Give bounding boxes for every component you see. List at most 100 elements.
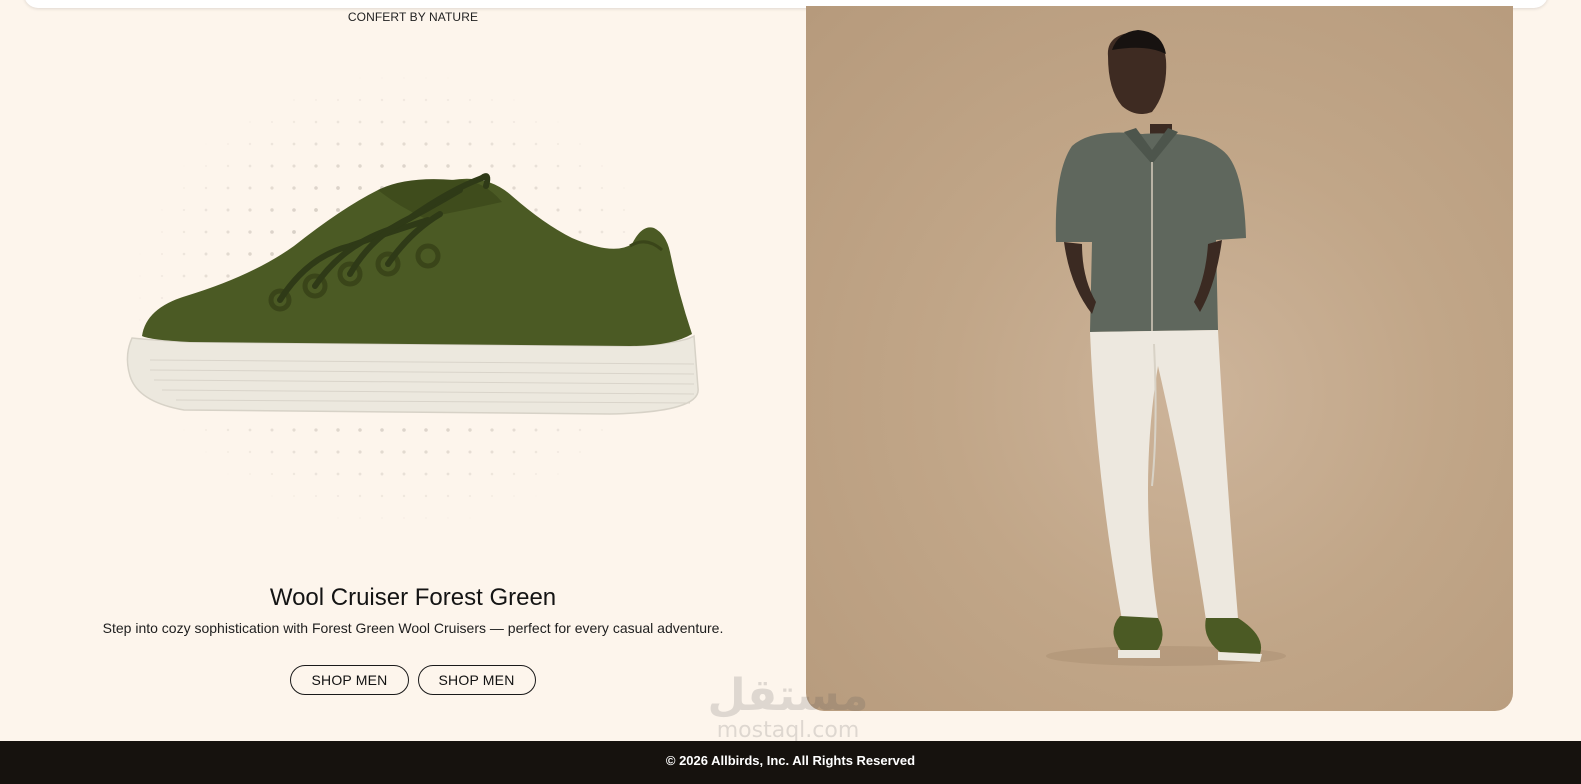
- halftone-dot: [402, 98, 406, 102]
- halftone-dot: [293, 99, 295, 101]
- halftone-dot: [270, 142, 274, 146]
- halftone-dot: [248, 208, 252, 212]
- product-title: Wool Cruiser Forest Green: [269, 584, 557, 611]
- halftone-dot: [248, 252, 252, 256]
- halftone-dot: [226, 252, 230, 256]
- halftone-dot: [336, 450, 340, 454]
- halftone-dot: [402, 472, 406, 476]
- model-photo: [806, 6, 1513, 711]
- halftone-dot: [336, 494, 340, 498]
- halftone-dot: [248, 450, 252, 454]
- halftone-dot: [534, 472, 538, 476]
- halftone-dot: [645, 209, 647, 211]
- halftone-dot: [358, 98, 362, 102]
- halftone-dot: [380, 164, 384, 168]
- halftone-dot: [336, 98, 340, 102]
- halftone-dot: [446, 142, 450, 146]
- halftone-dot: [380, 98, 384, 102]
- halftone-dot: [512, 186, 516, 190]
- halftone-dot: [314, 472, 318, 476]
- halftone-dot: [270, 252, 274, 256]
- halftone-dot: [468, 494, 472, 498]
- halftone-dot: [600, 208, 604, 212]
- halftone-dot: [139, 297, 141, 299]
- halftone-dot: [446, 428, 450, 432]
- halftone-dot: [160, 230, 164, 234]
- halftone-dot: [358, 472, 362, 476]
- halftone-dot: [424, 450, 428, 454]
- halftone-dot: [160, 252, 164, 256]
- halftone-dot: [292, 186, 296, 190]
- halftone-dot: [358, 450, 362, 454]
- page: CONFERT BY NATURE Wool Cruiser Forest Gr…: [0, 0, 1581, 784]
- halftone-dot: [402, 120, 406, 124]
- halftone-dot: [248, 186, 252, 190]
- halftone-dot: [336, 472, 340, 476]
- halftone-dot: [425, 77, 427, 79]
- halftone-dot: [270, 164, 274, 168]
- halftone-dot: [292, 208, 296, 212]
- halftone-dot: [600, 164, 604, 168]
- halftone-dot: [535, 495, 537, 497]
- halftone-dot: [248, 142, 252, 146]
- halftone-dot: [314, 428, 318, 432]
- halftone-dot: [380, 142, 384, 146]
- halftone-dot: [490, 120, 494, 124]
- halftone-dot: [292, 120, 296, 124]
- halftone-dot: [578, 186, 582, 190]
- halftone-dot: [358, 164, 362, 168]
- halftone-dot: [314, 142, 318, 146]
- halftone-dot: [336, 142, 340, 146]
- halftone-dot: [534, 450, 538, 454]
- halftone-dot: [270, 472, 274, 476]
- halftone-dot: [249, 121, 251, 123]
- halftone-dot: [556, 186, 560, 190]
- halftone-dot: [204, 252, 208, 256]
- halftone-dot: [578, 428, 582, 432]
- halftone-dot: [557, 121, 559, 123]
- halftone-dot: [447, 77, 449, 79]
- halftone-dot: [292, 494, 296, 498]
- halftone-dot: [446, 472, 450, 476]
- sneaker-image: [126, 77, 699, 520]
- halftone-dot: [380, 120, 384, 124]
- halftone-dot: [270, 208, 274, 212]
- shop-men-button-secondary[interactable]: SHOP MEN: [417, 665, 536, 695]
- halftone-dot: [314, 120, 318, 124]
- halftone-dot: [314, 164, 318, 168]
- halftone-dot: [139, 319, 141, 321]
- halftone-dot: [578, 230, 582, 234]
- halftone-dot: [205, 451, 207, 453]
- shop-men-button[interactable]: SHOP MEN: [290, 665, 409, 695]
- halftone-dot: [226, 208, 230, 212]
- halftone-dot: [380, 428, 384, 432]
- halftone-dot: [270, 186, 274, 190]
- halftone-dot: [512, 164, 516, 168]
- halftone-dot: [205, 143, 207, 145]
- halftone-dot: [534, 208, 538, 212]
- halftone-dot: [226, 274, 230, 278]
- halftone-dot: [226, 186, 230, 190]
- halftone-dot: [270, 230, 274, 234]
- halftone-dot: [182, 230, 186, 234]
- halftone-dot: [182, 252, 186, 256]
- halftone-dot: [424, 428, 428, 432]
- halftone-dot: [490, 428, 494, 432]
- halftone-dot: [358, 120, 362, 124]
- watermark-logo: مستقل mostaql.com: [688, 672, 888, 752]
- halftone-dot: [270, 120, 274, 124]
- halftone-dot: [556, 450, 560, 454]
- halftone-dot: [513, 99, 515, 101]
- halftone-dot: [337, 517, 339, 519]
- halftone-dot: [556, 164, 560, 168]
- halftone-dot: [160, 274, 164, 278]
- halftone-dot: [557, 473, 559, 475]
- halftone-dot: [424, 98, 428, 102]
- halftone-dot: [578, 164, 582, 168]
- halftone-dot: [381, 77, 383, 79]
- halftone-dot: [380, 516, 384, 520]
- halftone-dot: [534, 120, 538, 124]
- halftone-dot: [447, 517, 449, 519]
- halftone-dot: [204, 164, 208, 168]
- halftone-dot: [248, 230, 252, 234]
